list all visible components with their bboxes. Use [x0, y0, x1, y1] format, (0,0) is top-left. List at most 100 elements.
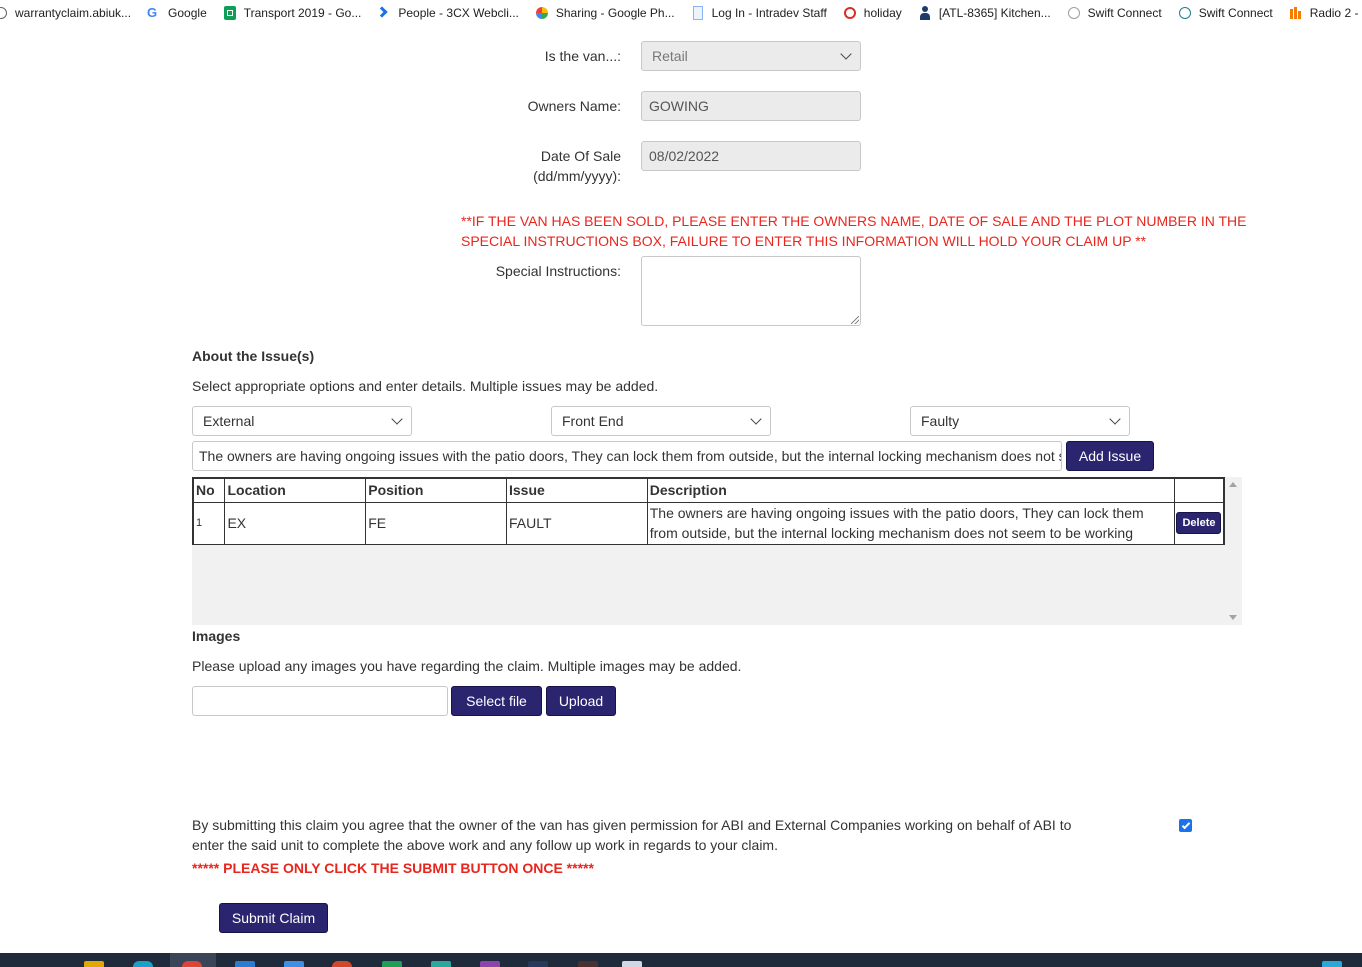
bookmark-label: Google [168, 6, 207, 20]
app-icon[interactable] [622, 961, 642, 967]
bookmarks-bar: warrantyclaim.abiuk... G Google Transport 2… [0, 0, 1362, 26]
bookmark-label: Sharing - Google Ph... [555, 6, 675, 20]
bookmark-label: Transport 2019 - Go... [243, 6, 362, 20]
outlook-icon[interactable] [235, 961, 255, 967]
row-action-cell: Delete [1174, 501, 1225, 546]
chevron-down-icon [391, 413, 403, 425]
date-of-sale-label-line1: Date Of Sale [540, 148, 621, 164]
app-icon[interactable] [332, 961, 352, 967]
special-instructions-label: Special Instructions: [495, 263, 621, 279]
owners-name-label: Owners Name: [527, 98, 621, 114]
bookmark-item[interactable]: [ATL-8365] Kitchen... [918, 6, 1051, 20]
resize-handle-icon[interactable] [851, 316, 859, 324]
issues-table: No Location Position Issue Description 1… [192, 477, 1225, 546]
date-of-sale-input[interactable]: 08/02/2022 [641, 141, 861, 171]
sheets-icon [223, 6, 237, 20]
header-description: Description [646, 477, 1176, 503]
special-instructions-textarea[interactable] [641, 256, 861, 326]
bookmark-label: warrantyclaim.abiuk... [15, 6, 132, 20]
issue-type-select[interactable]: Faulty [910, 406, 1130, 436]
table-scrollbar[interactable] [1225, 477, 1242, 625]
document-icon [691, 6, 705, 20]
taskbar [0, 953, 1362, 967]
swift-icon [1067, 6, 1081, 20]
circle-icon [843, 6, 857, 20]
upload-button[interactable]: Upload [546, 686, 616, 716]
app-icon[interactable] [528, 961, 548, 967]
app-icon[interactable] [431, 961, 451, 967]
globe-icon [0, 6, 8, 20]
google-icon: G [147, 5, 158, 20]
excel-icon[interactable] [382, 961, 402, 967]
date-of-sale-label-line2: (dd/mm/yyyy): [533, 168, 621, 184]
bookmark-item[interactable]: Sharing - Google Ph... [535, 6, 675, 20]
bookmark-item[interactable]: G Google [147, 5, 207, 20]
checkmark-icon [1181, 820, 1190, 829]
consent-checkbox[interactable] [1179, 819, 1192, 832]
issue-position-value: Front End [562, 413, 624, 429]
header-location: Location [224, 477, 367, 503]
issue-type-value: Faulty [921, 413, 960, 429]
chevron-down-icon [750, 413, 762, 425]
bookmark-item[interactable]: Swift Connect [1178, 6, 1273, 20]
sold-van-warning-line1: **IF THE VAN HAS BEEN SOLD, PLEASE ENTER… [461, 213, 1247, 229]
app-icon[interactable] [284, 961, 304, 967]
issue-location-select[interactable]: External [192, 406, 412, 436]
tray-icon[interactable] [1322, 961, 1342, 967]
van-type-value: Retail [652, 48, 688, 64]
folder-icon[interactable] [84, 961, 104, 967]
bookmark-item[interactable]: People - 3CX Webcli... [376, 6, 519, 20]
submit-once-warning: ***** PLEASE ONLY CLICK THE SUBMIT BUTTO… [192, 860, 594, 876]
bookmark-label: holiday [863, 6, 902, 20]
van-type-label: Is the van...: [544, 48, 621, 64]
delete-issue-button[interactable]: Delete [1176, 512, 1222, 535]
bookmark-item[interactable]: Log In - Intradev Staff [691, 6, 827, 20]
select-file-button[interactable]: Select file [451, 686, 542, 716]
table-scroll-area [192, 545, 1225, 625]
bookmark-item[interactable]: Transport 2019 - Go... [223, 6, 362, 20]
chevron-down-icon [1109, 413, 1121, 425]
owners-name-input[interactable]: GOWING [641, 91, 861, 121]
issue-position-select[interactable]: Front End [551, 406, 771, 436]
row-position: FE [365, 501, 507, 546]
app-icon[interactable] [480, 961, 500, 967]
chrome-icon[interactable] [182, 961, 202, 967]
radio-icon [1289, 6, 1303, 20]
scroll-up-icon[interactable] [1229, 482, 1237, 487]
consent-text: By submitting this claim you agree that … [192, 815, 1152, 855]
bookmark-label: Swift Connect [1087, 6, 1162, 20]
bookmark-item[interactable]: Swift Connect [1067, 6, 1162, 20]
file-name-input[interactable] [192, 686, 448, 716]
person-icon [918, 6, 932, 20]
add-issue-button[interactable]: Add Issue [1066, 441, 1154, 471]
row-issue: FAULT [506, 501, 648, 546]
issues-table-header: No Location Position Issue Description [192, 477, 1225, 503]
chevron-right-icon [376, 6, 391, 20]
submit-claim-button[interactable]: Submit Claim [219, 903, 328, 933]
images-section-title: Images [192, 628, 241, 644]
row-no: 1 [192, 501, 226, 546]
sold-van-warning: **IF THE VAN HAS BEEN SOLD, PLEASE ENTER… [461, 211, 1261, 251]
bookmark-label: Radio 2 - L [1309, 6, 1362, 20]
bookmark-label: Swift Connect [1198, 6, 1273, 20]
scroll-down-icon[interactable] [1229, 615, 1237, 620]
bookmark-label: [ATL-8365] Kitchen... [938, 6, 1051, 20]
issue-location-value: External [203, 413, 255, 429]
row-description: The owners are having ongoing issues wit… [646, 501, 1176, 546]
bookmark-item[interactable]: holiday [843, 6, 902, 20]
bookmark-label: Log In - Intradev Staff [711, 6, 827, 20]
table-row: 1 EX FE FAULT The owners are having ongo… [192, 501, 1225, 546]
bookmark-item[interactable]: Radio 2 - L [1289, 6, 1362, 20]
chevron-down-icon [840, 48, 852, 60]
app-icon[interactable] [578, 961, 598, 967]
van-type-select[interactable]: Retail [641, 41, 861, 71]
date-of-sale-label: Date Of Sale (dd/mm/yyyy): [440, 146, 621, 186]
edge-icon[interactable] [133, 961, 153, 967]
consent-text-line1: By submitting this claim you agree that … [192, 817, 1072, 833]
issue-details-input[interactable]: The owners are having ongoing issues wit… [192, 441, 1062, 471]
header-issue: Issue [506, 477, 648, 503]
issues-description: Select appropriate options and enter det… [192, 378, 659, 394]
bookmark-item[interactable]: warrantyclaim.abiuk... [0, 6, 131, 20]
consent-text-line2: enter the said unit to complete the abov… [192, 837, 778, 853]
header-no: No [192, 477, 226, 503]
